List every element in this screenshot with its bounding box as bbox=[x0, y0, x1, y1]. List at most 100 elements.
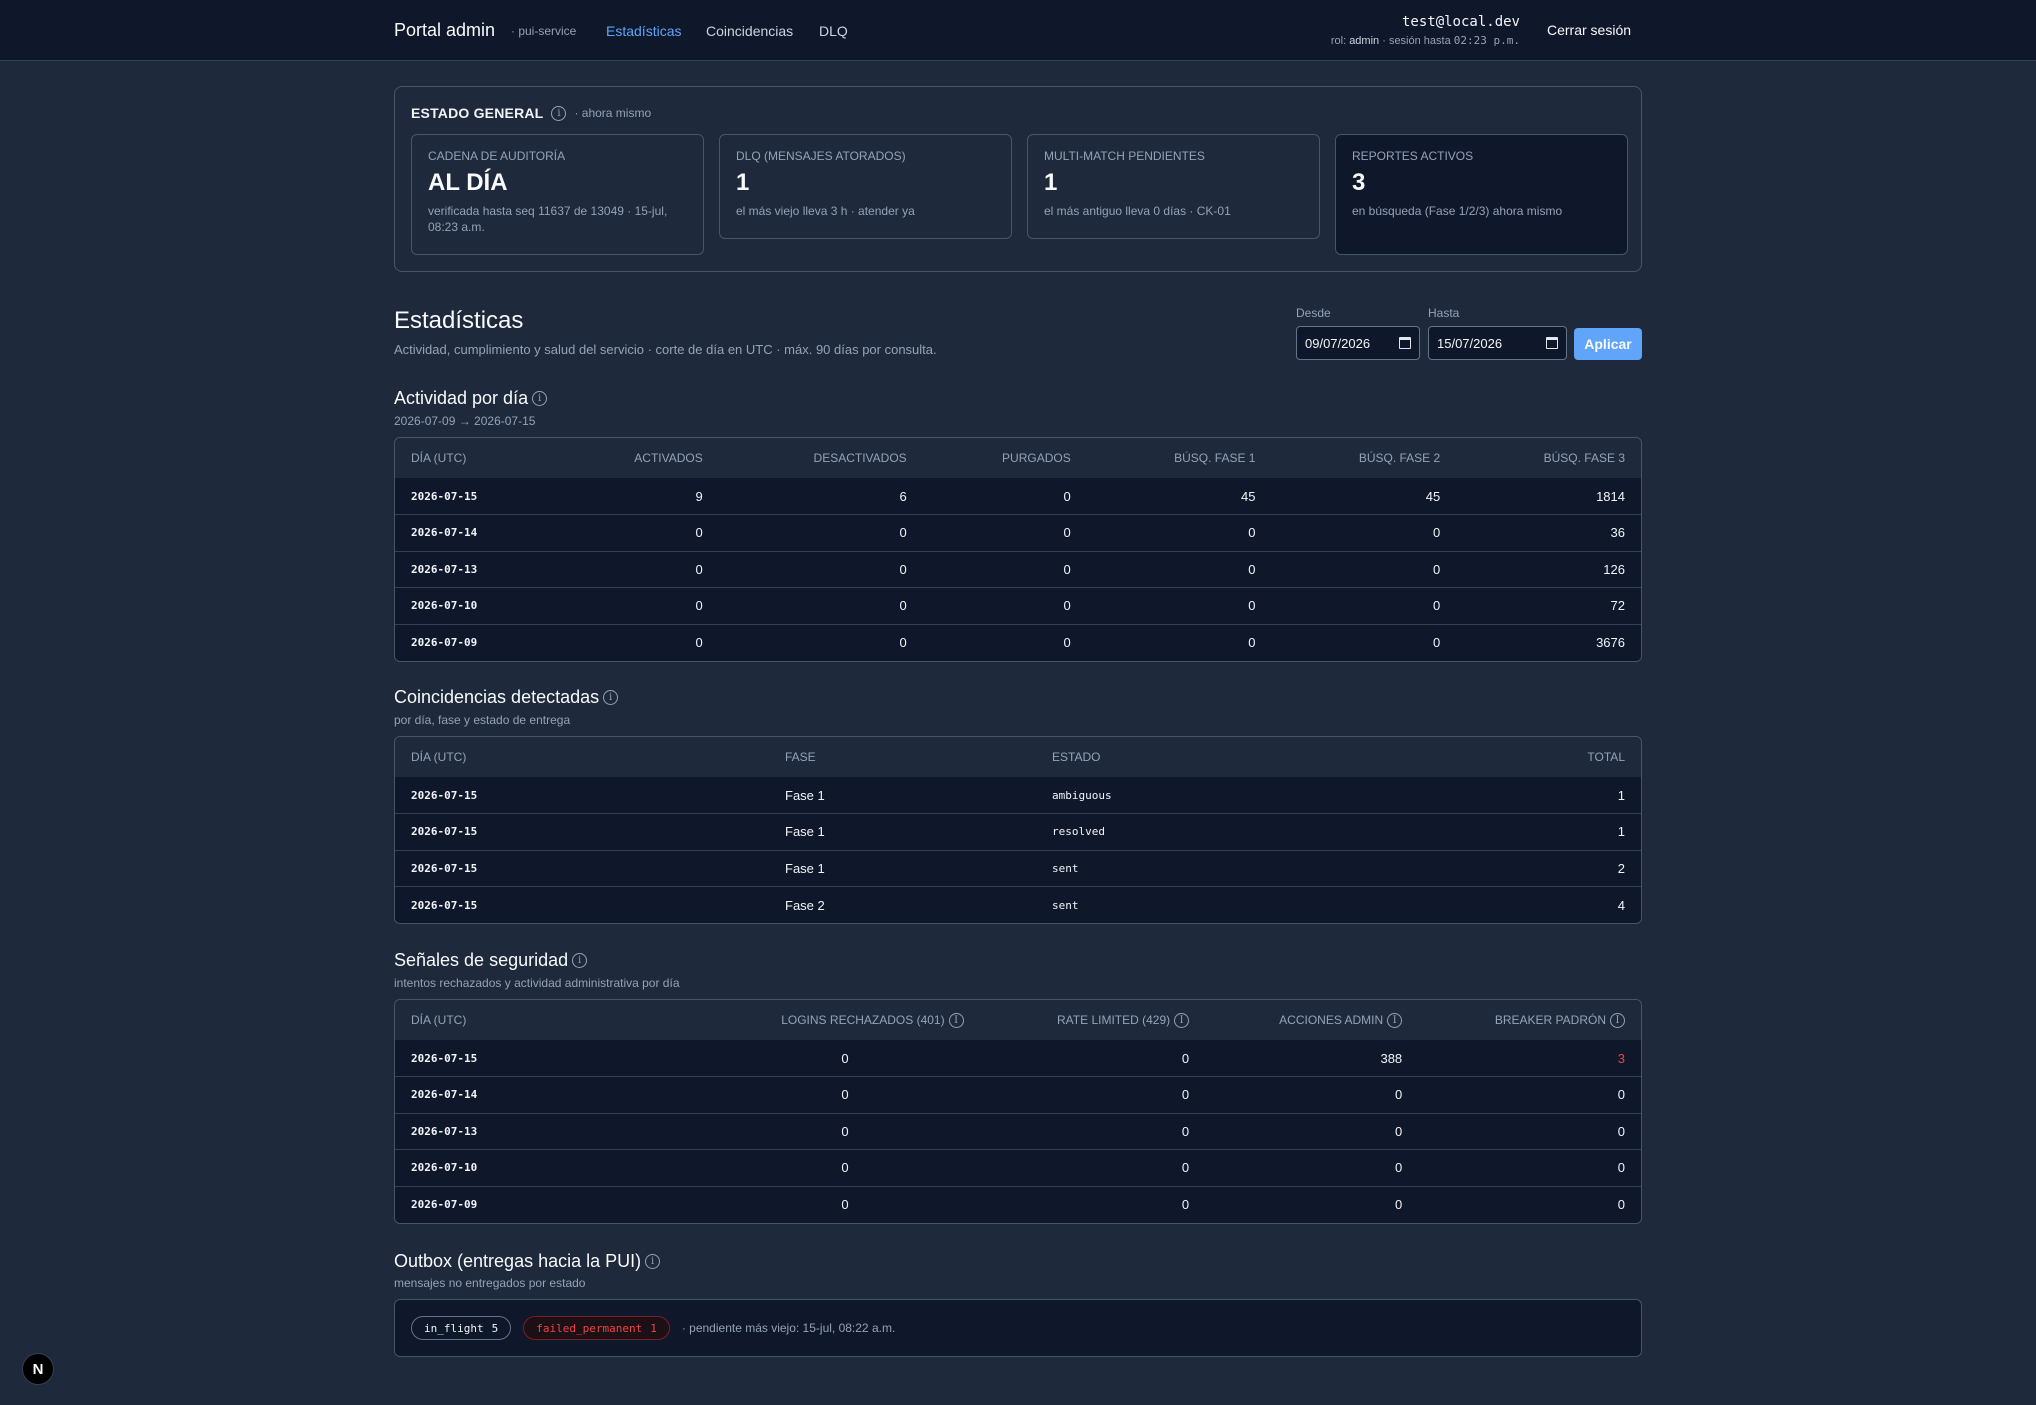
outbox-section-title: Outbox (entregas hacia la PUI) i bbox=[394, 1251, 661, 1272]
nav-coincidencias[interactable]: Coincidencias bbox=[706, 23, 793, 39]
cell-day: 2026-07-15 bbox=[411, 489, 478, 503]
column-header: Desactivados bbox=[813, 451, 907, 465]
cell: 0 bbox=[899, 635, 907, 650]
cell: 0 bbox=[1181, 1050, 1190, 1066]
cell-day: 2026-07-10 bbox=[411, 1161, 478, 1175]
info-icon[interactable]: i bbox=[532, 391, 548, 406]
cell: 0 bbox=[1394, 1160, 1403, 1176]
kpi-dlq: DLQ (mensajes atorados) 1 el más viejo l… bbox=[719, 134, 1012, 239]
brand-service: · pui-service bbox=[511, 24, 577, 38]
cell-total: 4 bbox=[1617, 897, 1625, 913]
top-navbar: Portal admin · pui-service Estadísticas … bbox=[0, 0, 2036, 61]
cell-day: 2026-07-15 bbox=[411, 1051, 478, 1065]
table-header-row: Día (UTC) Logins rechazados (401) i Rate … bbox=[395, 1000, 1641, 1040]
brand-title: Portal admin bbox=[394, 20, 496, 40]
cell: 6 bbox=[899, 488, 907, 504]
column-header: Búsq. fase 3 bbox=[1543, 451, 1625, 465]
kpi-desc: verificada hasta seq 11637 de 13049 · 15… bbox=[428, 204, 668, 234]
table-row: 2026-07-15 Fase 2 sent 4 bbox=[395, 886, 1641, 923]
info-icon[interactable]: i bbox=[948, 1012, 964, 1028]
kpi-label: Cadena de auditoría bbox=[428, 149, 566, 163]
table-row: 2026-07-13 0 0 0 0 bbox=[395, 1113, 1641, 1150]
session-until: 02:23 p.m. bbox=[1453, 34, 1520, 47]
outbox-pill-failed-permanent[interactable]: failed_permanent 1 bbox=[523, 1316, 670, 1340]
cell-total: 2 bbox=[1617, 860, 1625, 876]
kpi-value: AL DÍA bbox=[428, 169, 508, 196]
cell: 0 bbox=[695, 635, 703, 650]
info-icon[interactable]: i bbox=[1174, 1012, 1190, 1028]
cell-fase: Fase 1 bbox=[785, 824, 825, 840]
dev-tools-badge[interactable]: N bbox=[22, 1353, 54, 1385]
column-header: Día (UTC) bbox=[411, 750, 467, 764]
cell-fase: Fase 1 bbox=[785, 787, 825, 803]
column-header: Día (UTC) bbox=[411, 451, 467, 465]
apply-button[interactable]: Aplicar bbox=[1574, 328, 1642, 360]
cell-total: 1 bbox=[1617, 787, 1625, 803]
cell: 0 bbox=[841, 1160, 849, 1176]
cell: 0 bbox=[1063, 525, 1071, 541]
cell: 0 bbox=[1248, 635, 1256, 650]
cell: 45 bbox=[1425, 488, 1441, 504]
cell: 36 bbox=[1610, 525, 1625, 541]
calendar-icon[interactable] bbox=[1546, 337, 1558, 349]
cell: 0 bbox=[1617, 1197, 1625, 1212]
cell: 0 bbox=[899, 598, 907, 614]
cell: 0 bbox=[841, 1087, 849, 1103]
info-icon[interactable]: i bbox=[603, 690, 619, 705]
nav-estadisticas[interactable]: Estadísticas bbox=[606, 23, 681, 39]
column-header: Purgados bbox=[1002, 451, 1071, 465]
cell-day: 2026-07-15 bbox=[411, 825, 478, 839]
column-header: Día (UTC) bbox=[411, 1013, 467, 1027]
nav-dlq[interactable]: DLQ bbox=[819, 23, 848, 39]
estado-general-panel: ESTADO GENERAL i · ahora mismo Cadena de… bbox=[394, 86, 1642, 272]
from-date-input[interactable]: 09/07/2026 bbox=[1296, 326, 1420, 360]
column-header: Breaker padrón bbox=[1494, 1013, 1606, 1027]
cell: 0 bbox=[695, 525, 703, 541]
logout-button[interactable]: Cerrar sesión bbox=[1547, 22, 1631, 38]
table-row: 2026-07-15 Fase 1 resolved 1 bbox=[395, 813, 1641, 850]
kpi-value: 1 bbox=[736, 169, 750, 196]
table-row: 2026-07-13 0 0 0 0 0 126 bbox=[395, 551, 1641, 588]
info-icon[interactable]: i bbox=[572, 953, 588, 968]
column-header: Acciones admin bbox=[1279, 1013, 1384, 1027]
table-row: 2026-07-10 0 0 0 0 bbox=[395, 1149, 1641, 1186]
cell: 388 bbox=[1380, 1050, 1403, 1066]
cell: 0 bbox=[1617, 1087, 1625, 1103]
coincidencias-title: Coincidencias detectadas bbox=[394, 687, 600, 707]
cell: 1814 bbox=[1596, 488, 1625, 504]
cell-estado: sent bbox=[1052, 898, 1079, 912]
info-icon[interactable]: i bbox=[645, 1254, 661, 1269]
kpi-multimatch: Multi-match pendientes 1 el más antiguo … bbox=[1027, 134, 1320, 239]
kpi-desc: el más viejo lleva 3 h · atender ya bbox=[736, 204, 915, 218]
outbox-panel: in_flight 5 failed_permanent 1 · pendien… bbox=[394, 1299, 1642, 1357]
estado-general-title: ESTADO GENERAL bbox=[411, 105, 544, 121]
kpi-desc: en búsqueda (Fase 1/2/3) ahora mismo bbox=[1352, 204, 1563, 218]
actividad-section-title: Actividad por día i bbox=[394, 388, 548, 409]
cell-day: 2026-07-13 bbox=[411, 1124, 478, 1138]
column-header: Búsq. fase 2 bbox=[1358, 451, 1441, 465]
coincidencias-table: Día (UTC) Fase Estado Total 2026-07-15 F… bbox=[394, 736, 1642, 924]
user-email: test@local.dev bbox=[1401, 14, 1520, 30]
cell: 3676 bbox=[1596, 635, 1625, 650]
outbox-pill-in-flight[interactable]: in_flight 5 bbox=[411, 1316, 512, 1340]
cell-day: 2026-07-13 bbox=[411, 562, 478, 576]
to-date-input[interactable]: 15/07/2026 bbox=[1428, 326, 1567, 360]
cell-day: 2026-07-09 bbox=[411, 636, 478, 649]
cell-day: 2026-07-14 bbox=[411, 526, 478, 540]
cell-estado: resolved bbox=[1052, 825, 1105, 839]
calendar-icon[interactable] bbox=[1399, 337, 1411, 349]
cell: 0 bbox=[841, 1050, 849, 1066]
cell-day: 2026-07-15 bbox=[411, 898, 478, 912]
user-role: admin bbox=[1349, 35, 1380, 47]
cell: 0 bbox=[1432, 635, 1441, 650]
kpi-auditoria: Cadena de auditoría AL DÍA verificada ha… bbox=[411, 134, 704, 255]
info-icon[interactable]: i bbox=[1387, 1012, 1403, 1028]
table-row: 2026-07-14 0 0 0 0 bbox=[395, 1076, 1641, 1113]
cell: 45 bbox=[1241, 488, 1256, 504]
cell: 72 bbox=[1610, 598, 1625, 614]
info-icon[interactable]: i bbox=[551, 105, 567, 121]
cell: 0 bbox=[1063, 561, 1071, 577]
session-prefix: · sesión hasta bbox=[1382, 35, 1451, 47]
page-title: Estadísticas bbox=[394, 307, 524, 334]
info-icon[interactable]: i bbox=[1610, 1012, 1625, 1028]
